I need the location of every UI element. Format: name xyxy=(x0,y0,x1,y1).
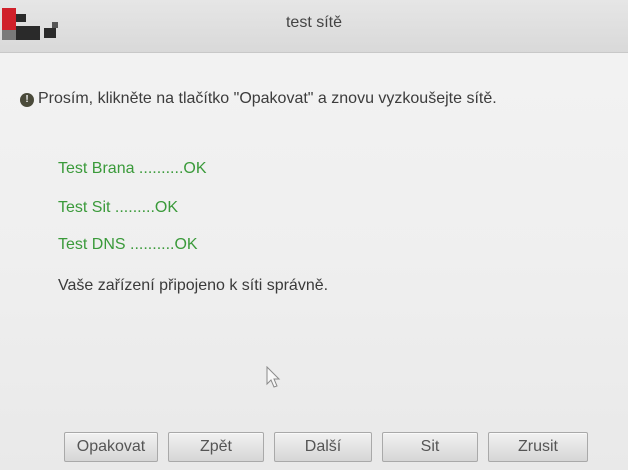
retry-hint: ! Prosím, klikněte na tlačítko "Opakovat"… xyxy=(20,90,497,108)
gateway-test-result: Test Brana ..........OK xyxy=(58,160,207,177)
network-test-dialog: test sítě ! Prosím, klikněte na tlačítko … xyxy=(0,0,628,470)
network-button[interactable]: Sit xyxy=(382,432,478,462)
window-title: test sítě xyxy=(285,14,343,31)
network-test-result: Test Sit .........OK xyxy=(58,199,179,216)
cancel-button[interactable]: Zrusit xyxy=(488,432,588,462)
mouse-cursor-icon xyxy=(266,366,281,388)
back-button[interactable]: Zpět xyxy=(168,432,264,462)
hint-text: Prosím, klikněte na tlačítko "Opakovat" … xyxy=(38,90,497,107)
next-button[interactable]: Další xyxy=(274,432,372,462)
dns-test-result: Test DNS ..........OK xyxy=(58,236,198,253)
info-icon: ! xyxy=(20,93,34,107)
retry-button[interactable]: Opakovat xyxy=(64,432,158,462)
connection-status: Vaše zařízení připojeno k síti správně. xyxy=(58,277,329,294)
title-bar: test sítě xyxy=(0,0,628,53)
